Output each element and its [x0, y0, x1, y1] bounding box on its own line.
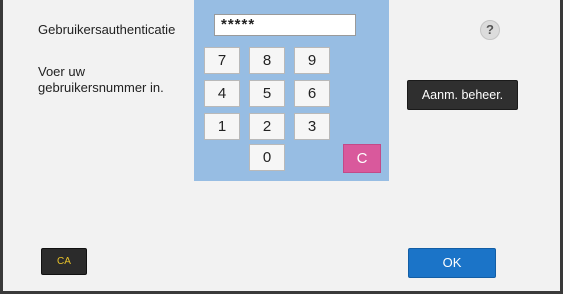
admin-login-button[interactable]: Aanm. beheer.: [407, 80, 518, 110]
key-2[interactable]: 2: [249, 113, 285, 140]
page-title: Gebruikersauthenticatie: [38, 22, 176, 37]
clear-all-button[interactable]: CA: [41, 248, 87, 275]
key-3[interactable]: 3: [294, 113, 330, 140]
key-5[interactable]: 5: [249, 80, 285, 107]
user-number-display[interactable]: *****: [214, 14, 356, 36]
key-6[interactable]: 6: [294, 80, 330, 107]
key-9[interactable]: 9: [294, 47, 330, 74]
ok-button[interactable]: OK: [408, 248, 496, 278]
auth-panel: Gebruikersauthenticatie Voer uw gebruike…: [3, 0, 560, 291]
key-1[interactable]: 1: [204, 113, 240, 140]
instruction-text: Voer uw gebruikersnummer in.: [38, 64, 164, 95]
help-icon[interactable]: ?: [480, 20, 500, 40]
key-7[interactable]: 7: [204, 47, 240, 74]
key-0[interactable]: 0: [249, 144, 285, 171]
key-8[interactable]: 8: [249, 47, 285, 74]
key-4[interactable]: 4: [204, 80, 240, 107]
clear-key[interactable]: C: [343, 144, 381, 173]
